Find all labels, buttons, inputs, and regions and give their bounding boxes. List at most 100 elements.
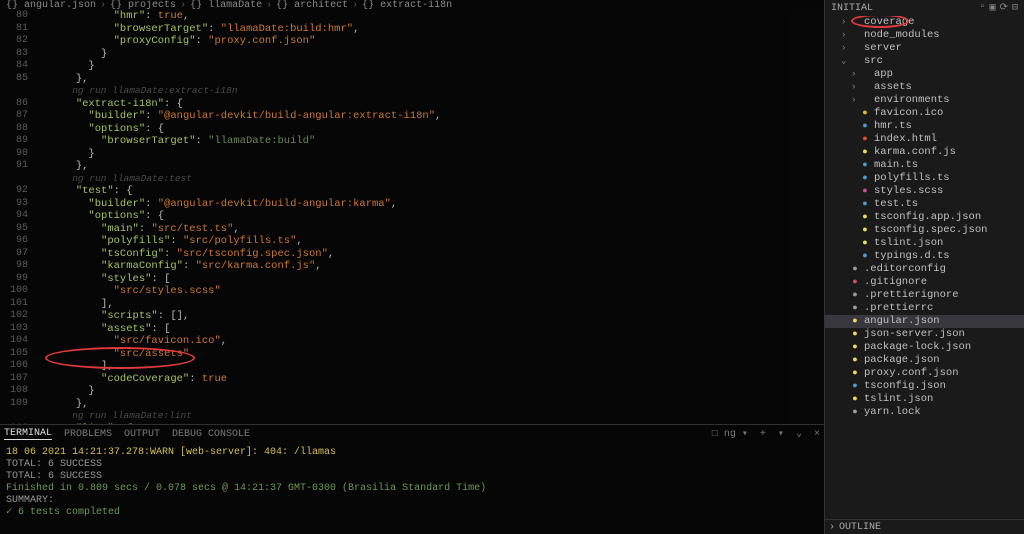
file-tree-item[interactable]: ●karma.conf.js [825, 146, 1024, 159]
file-tree-item[interactable]: ●tsconfig.app.json [825, 211, 1024, 224]
code-line[interactable]: "tsConfig": "src/tsconfig.spec.json", [38, 248, 824, 261]
file-tree-item[interactable]: ●tslint.json [825, 237, 1024, 250]
file-tree-item[interactable]: ●package-lock.json [825, 341, 1024, 354]
code-line[interactable]: "codeCoverage": true [38, 373, 824, 386]
code-line[interactable]: "extract-i18n": { [38, 98, 824, 111]
code-line[interactable]: "karmaConfig": "src/karma.conf.js", [38, 260, 824, 273]
code-line[interactable]: } [38, 48, 824, 61]
file-label: favicon.ico [874, 107, 943, 120]
breadcrumb-item[interactable]: {} angular.json [6, 0, 96, 11]
split-terminal-button[interactable]: ▾ [778, 428, 784, 440]
file-tree-item[interactable]: ●typings.d.ts [825, 250, 1024, 263]
file-tree-item[interactable]: ●test.ts [825, 198, 1024, 211]
panel-tab-debug-console[interactable]: DEBUG CONSOLE [172, 429, 250, 440]
code-line[interactable]: "browserTarget": "llamaDate:build" [38, 135, 824, 148]
code-line[interactable]: } [38, 385, 824, 398]
file-tree-item[interactable]: ›environments [825, 94, 1024, 107]
file-tree-item[interactable]: ●tslint.json [825, 393, 1024, 406]
file-tree-item[interactable]: ●proxy.conf.json [825, 367, 1024, 380]
code-line[interactable]: ng run llamaDate:extract-i18n [38, 85, 824, 98]
code-line[interactable]: "src/favicon.ico", [38, 335, 824, 348]
file-tree-item[interactable]: ●.editorconfig [825, 263, 1024, 276]
code-line[interactable]: "main": "src/test.ts", [38, 223, 824, 236]
code-line[interactable]: ng run llamaDate:test [38, 173, 824, 186]
code-editor[interactable]: 8081828384858687888990919293949596979899… [0, 10, 824, 424]
panel-close-button[interactable]: × [814, 429, 820, 440]
file-icon: ● [859, 185, 871, 198]
code-line[interactable]: "options": { [38, 210, 824, 223]
new-folder-icon[interactable]: ▣ [990, 2, 996, 14]
code-line[interactable]: "styles": [ [38, 273, 824, 286]
file-tree-item[interactable]: ●yarn.lock [825, 406, 1024, 419]
file-tree-item[interactable]: ●.gitignore [825, 276, 1024, 289]
explorer-title: INITIAL [831, 3, 873, 14]
code-line[interactable]: "proxyConfig": "proxy.conf.json" [38, 35, 824, 48]
code-line[interactable]: ng run llamaDate:lint [38, 410, 824, 423]
file-icon: ● [859, 250, 871, 263]
code-line[interactable]: "browserTarget": "llamaDate:build:hmr", [38, 23, 824, 36]
code-line[interactable]: ], [38, 360, 824, 373]
code-line[interactable]: "scripts": [], [38, 310, 824, 323]
file-tree-item[interactable]: ›coverage [825, 16, 1024, 29]
outline-label: OUTLINE [839, 522, 881, 533]
outline-section[interactable]: › OUTLINE [825, 519, 1024, 534]
file-icon: ● [859, 107, 871, 120]
file-tree-item[interactable]: ●tsconfig.spec.json [825, 224, 1024, 237]
file-tree-item[interactable]: ●favicon.ico [825, 107, 1024, 120]
panel-tab-terminal[interactable]: TERMINAL [4, 428, 52, 440]
collapse-icon[interactable]: ⊟ [1012, 2, 1018, 14]
code-line[interactable]: "lint": { [38, 423, 824, 425]
code-line[interactable]: "builder": "@angular-devkit/build-angula… [38, 198, 824, 211]
new-file-icon[interactable]: ▫ [980, 2, 986, 14]
explorer-header[interactable]: INITIAL ▫ ▣ ⟳ ⊟ [825, 0, 1024, 16]
code-line[interactable]: "options": { [38, 123, 824, 136]
file-tree[interactable]: ›coverage›node_modules›server⌄src›app›as… [825, 16, 1024, 519]
code-line[interactable]: "builder": "@angular-devkit/build-angula… [38, 110, 824, 123]
code-line[interactable]: } [38, 60, 824, 73]
file-tree-item[interactable]: ●hmr.ts [825, 120, 1024, 133]
panel-collapse-button[interactable]: ⌄ [796, 428, 802, 440]
file-tree-item[interactable]: ●styles.scss [825, 185, 1024, 198]
file-tree-item[interactable]: ›app [825, 68, 1024, 81]
file-icon: ● [849, 289, 861, 302]
file-tree-item[interactable]: ●main.ts [825, 159, 1024, 172]
file-tree-item[interactable]: ›server [825, 42, 1024, 55]
breadcrumb-item[interactable]: {} extract-i18n [362, 0, 452, 11]
main-pane: {} angular.json›{} projects›{} llamaDate… [0, 0, 824, 534]
code-line[interactable]: ], [38, 298, 824, 311]
file-tree-item[interactable]: ●.prettierrc [825, 302, 1024, 315]
panel-tab-problems[interactable]: PROBLEMS [64, 429, 112, 440]
file-tree-item[interactable]: ●.prettierignore [825, 289, 1024, 302]
code-line[interactable]: "assets": [ [38, 323, 824, 336]
refresh-icon[interactable]: ⟳ [1000, 2, 1008, 14]
file-tree-item[interactable]: ●tsconfig.json [825, 380, 1024, 393]
code-line[interactable]: "hmr": true, [38, 10, 824, 23]
code-line[interactable]: }, [38, 398, 824, 411]
file-tree-item[interactable]: ●index.html [825, 133, 1024, 146]
terminal-picker[interactable]: □ ng ▾ [712, 428, 748, 440]
file-tree-item[interactable]: ›assets [825, 81, 1024, 94]
breadcrumb-item[interactable]: {} architect [276, 0, 348, 11]
minimap[interactable] [788, 10, 824, 424]
new-terminal-button[interactable]: + [760, 429, 766, 440]
file-tree-item[interactable]: ●angular.json [825, 315, 1024, 328]
code-content[interactable]: "hmr": true, "browserTarget": "llamaDate… [38, 10, 824, 424]
code-line[interactable]: "src/assets" [38, 348, 824, 361]
chevron-icon: › [851, 81, 859, 94]
code-line[interactable]: }, [38, 73, 824, 86]
file-tree-item[interactable]: ›node_modules [825, 29, 1024, 42]
panel-tab-output[interactable]: OUTPUT [124, 429, 160, 440]
breadcrumb-item[interactable]: {} projects [110, 0, 176, 11]
terminal-output[interactable]: 18 06 2021 14:21:37.278:WARN [web-server… [0, 443, 824, 534]
code-line[interactable]: "polyfills": "src/polyfills.ts", [38, 235, 824, 248]
file-tree-item[interactable]: ●package.json [825, 354, 1024, 367]
code-line[interactable]: "src/styles.scss" [38, 285, 824, 298]
file-tree-item[interactable]: ●json-server.json [825, 328, 1024, 341]
code-line[interactable]: } [38, 148, 824, 161]
code-line[interactable]: }, [38, 160, 824, 173]
breadcrumb[interactable]: {} angular.json›{} projects›{} llamaDate… [0, 0, 824, 10]
file-tree-item[interactable]: ●polyfills.ts [825, 172, 1024, 185]
breadcrumb-item[interactable]: {} llamaDate [190, 0, 262, 11]
code-line[interactable]: "test": { [38, 185, 824, 198]
file-tree-item[interactable]: ⌄src [825, 55, 1024, 68]
